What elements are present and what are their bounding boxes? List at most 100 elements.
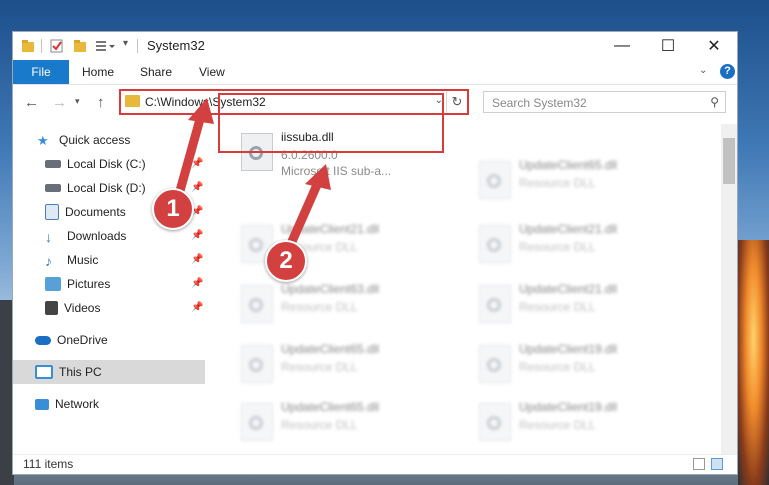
navigation-pane: ★ Quick access Local Disk (C:) 📌 Local D… [13, 124, 205, 454]
window-title: System32 [147, 38, 205, 53]
file-type: Resource DLL [519, 240, 596, 254]
file-type: Resource DLL [519, 360, 596, 374]
file-name: UpdateClient21.dll [281, 222, 380, 236]
step-1-badge: 1 [152, 188, 194, 230]
search-icon[interactable]: ⚲ [710, 95, 719, 109]
download-icon: ↓ [45, 229, 52, 245]
maximize-button[interactable]: ☐ [645, 32, 691, 60]
sidebar-item-label: Music [67, 253, 99, 267]
refresh-icon[interactable]: ↻ [446, 91, 467, 113]
drive-icon [45, 184, 61, 192]
sidebar-item-local-disk-c[interactable]: Local Disk (C:) 📌 [13, 152, 205, 176]
sidebar-item-label: Videos [64, 301, 101, 315]
dll-icon [479, 345, 511, 383]
expand-ribbon-icon[interactable]: ⌄ [699, 65, 707, 76]
file-type: Resource DLL [519, 300, 596, 314]
details-view-icon[interactable] [693, 458, 705, 470]
pin-icon[interactable]: 📌 [191, 230, 203, 241]
tab-home[interactable]: Home [82, 65, 114, 79]
pin-icon[interactable]: 📌 [191, 302, 203, 313]
tab-file[interactable]: File [13, 60, 69, 84]
large-icons-view-icon[interactable] [711, 458, 723, 470]
file-type: Resource DLL [281, 360, 358, 374]
sidebar-item-this-pc[interactable]: This PC [13, 360, 205, 384]
dll-icon [241, 345, 273, 383]
cloud-icon [35, 335, 51, 345]
sidebar-item-label: Local Disk (D:) [67, 181, 146, 195]
sidebar-item-label: Downloads [67, 229, 127, 243]
customize-toolbar-icon[interactable] [95, 38, 117, 54]
file-item[interactable]: UpdateClient65.dll Resource DLL [471, 152, 701, 210]
file-type: Resource DLL [519, 176, 596, 190]
file-item[interactable]: UpdateClient21.dll Resource DLL [471, 276, 701, 334]
computer-icon [35, 365, 53, 379]
videos-icon [45, 301, 58, 315]
item-count: 111 items [23, 457, 74, 471]
file-name: UpdateClient21.dll [519, 282, 618, 296]
properties-icon[interactable] [50, 38, 64, 54]
sidebar-item-pictures[interactable]: Pictures 📌 [13, 272, 205, 296]
sidebar-item-label: Local Disk (C:) [67, 157, 146, 171]
folder-icon [22, 40, 34, 52]
vertical-scrollbar[interactable] [721, 124, 737, 454]
file-item[interactable]: UpdateClient65.dll Resource DLL [233, 394, 463, 452]
file-type: Resource DLL [281, 300, 358, 314]
scrollbar-thumb[interactable] [723, 138, 735, 184]
sidebar-item-label: Pictures [67, 277, 111, 291]
star-icon: ★ [37, 133, 49, 148]
tab-view[interactable]: View [199, 65, 225, 79]
help-icon[interactable]: ? [720, 64, 735, 79]
dll-icon [479, 161, 511, 199]
search-placeholder: Search System32 [492, 96, 587, 110]
sidebar-item-label: Quick access [59, 133, 131, 147]
file-item[interactable]: UpdateClient21.dll Resource DLL [471, 216, 701, 274]
back-arrow-icon[interactable]: ← [24, 94, 39, 111]
file-name: UpdateClient21.dll [519, 222, 618, 236]
music-icon: ♪ [45, 253, 52, 269]
new-folder-icon[interactable] [73, 38, 87, 54]
pin-icon[interactable]: 📌 [191, 254, 203, 265]
file-type: Resource DLL [281, 418, 358, 432]
drive-icon [45, 160, 61, 168]
file-item[interactable]: UpdateClient19.dll Resource DLL [471, 336, 701, 394]
divider [137, 39, 138, 53]
file-item[interactable]: UpdateClient63.dll Resource DLL [233, 276, 463, 334]
file-name: UpdateClient19.dll [519, 342, 618, 356]
file-item[interactable]: UpdateClient19.dll Resource DLL [471, 394, 701, 452]
file-item[interactable]: UpdateClient65.dll Resource DLL [233, 336, 463, 394]
folder-icon [125, 95, 140, 107]
tab-share[interactable]: Share [140, 65, 172, 79]
file-name: UpdateClient65.dll [519, 158, 618, 172]
sidebar-item-label: This PC [59, 365, 102, 379]
search-input[interactable]: Search System32 ⚲ [483, 91, 726, 113]
desktop-background-fire [738, 240, 769, 485]
file-name: UpdateClient65.dll [281, 342, 380, 356]
title-bar: ▾ System32 — ☐ ✕ [13, 32, 737, 60]
dll-icon [241, 403, 273, 441]
sidebar-item-label: Documents [65, 205, 126, 219]
sidebar-item-label: OneDrive [57, 333, 108, 347]
network-icon [35, 398, 49, 410]
up-arrow-icon[interactable]: ↑ [97, 94, 105, 111]
dll-icon [479, 285, 511, 323]
close-button[interactable]: ✕ [691, 32, 737, 60]
sidebar-item-quick-access[interactable]: ★ Quick access [13, 128, 205, 152]
pin-icon[interactable]: 📌 [191, 278, 203, 289]
sidebar-item-onedrive[interactable]: OneDrive [13, 328, 205, 352]
quick-access-dropdown-icon[interactable]: ▾ [123, 38, 128, 54]
minimize-button[interactable]: — [599, 32, 645, 60]
file-description: Microsoft IIS sub-a... [281, 164, 392, 178]
file-name: UpdateClient63.dll [281, 282, 380, 296]
recent-locations-icon[interactable]: ▾ [75, 96, 80, 107]
documents-icon [45, 204, 59, 220]
sidebar-item-network[interactable]: Network [13, 392, 205, 416]
forward-arrow-icon[interactable]: → [52, 94, 67, 111]
pin-icon[interactable]: 📌 [191, 158, 203, 169]
sidebar-item-music[interactable]: ♪ Music 📌 [13, 248, 205, 272]
dll-icon [479, 225, 511, 263]
step-2-badge: 2 [265, 240, 307, 282]
dll-icon [241, 285, 273, 323]
sidebar-item-videos[interactable]: Videos 📌 [13, 296, 205, 320]
dll-icon [479, 403, 511, 441]
pin-icon[interactable]: 📌 [191, 182, 203, 193]
